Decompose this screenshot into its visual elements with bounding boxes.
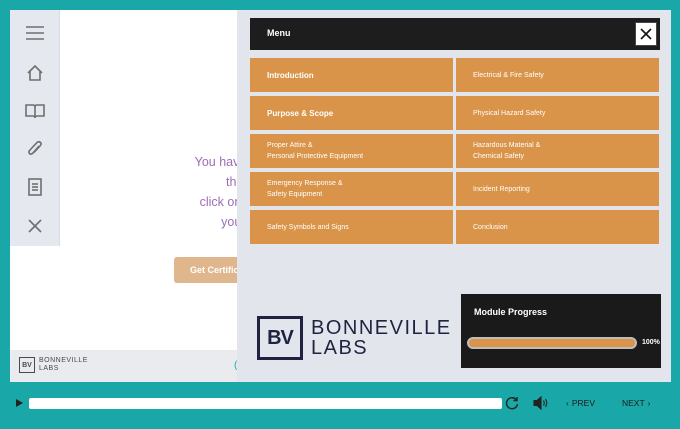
chevron-right-icon: ›	[647, 398, 651, 408]
home-icon[interactable]	[10, 54, 60, 92]
menu-item-label: Safety Symbols and Signs	[267, 223, 349, 231]
next-label: NEXT	[622, 398, 645, 408]
menu-item-hazardous-material[interactable]: Hazardous Material & Chemical Safety	[456, 134, 659, 168]
menu-item-proper-attire[interactable]: Proper Attire & Personal Protective Equi…	[250, 134, 453, 168]
course-stage: You have successfu the traini click on t…	[10, 10, 671, 382]
menu-item-introduction[interactable]: Introduction	[250, 58, 453, 92]
menu-item-label: Hazardous Material &	[473, 142, 541, 149]
menu-item-label: Electrical & Fire Safety	[473, 71, 544, 79]
next-button[interactable]: NEXT ›	[622, 398, 651, 408]
footer-logo-mark: BV	[19, 357, 35, 373]
menu-item-safety-symbols[interactable]: Safety Symbols and Signs	[250, 210, 453, 244]
seek-bar[interactable]	[29, 398, 502, 409]
module-progress-panel: Module Progress 100%	[461, 294, 661, 368]
menu-item-label: Conclusion	[473, 223, 508, 231]
paperclip-icon[interactable]	[10, 130, 60, 168]
prev-button[interactable]: ‹ PREV	[566, 398, 595, 408]
hamburger-icon[interactable]	[10, 14, 60, 52]
footer-logo-line1: BONNEVILLE	[39, 357, 88, 364]
menu-item-conclusion[interactable]: Conclusion	[456, 210, 659, 244]
menu-item-label: Chemical Safety	[473, 153, 524, 160]
prev-label: PREV	[571, 398, 595, 408]
menu-item-label: Proper Attire &	[267, 142, 313, 149]
menu-item-label: Physical Hazard Safety	[473, 109, 546, 117]
menu-item-label: Emergency Response &	[267, 180, 343, 187]
volume-icon[interactable]	[533, 396, 549, 410]
chevron-left-icon: ‹	[566, 398, 569, 408]
player-controls: ‹ PREV NEXT ›	[10, 389, 671, 419]
menu-close-button[interactable]	[635, 22, 657, 46]
menu-panel: Menu Introduction Purpose & Scope Proper…	[237, 10, 671, 382]
side-rail	[10, 10, 60, 246]
book-icon[interactable]	[10, 92, 60, 130]
menu-item-label: Safety Equipment	[267, 191, 323, 198]
module-progress-title: Module Progress	[474, 307, 548, 317]
course-footer: BV BONNEVILLE LABS	[10, 350, 250, 382]
document-icon[interactable]	[10, 168, 60, 206]
menu-item-label: Purpose & Scope	[267, 108, 334, 118]
replay-icon[interactable]	[504, 395, 520, 411]
menu-item-electrical-fire[interactable]: Electrical & Fire Safety	[456, 58, 659, 92]
menu-item-label: Introduction	[267, 70, 314, 80]
brand-logo-line2: LABS	[311, 337, 369, 359]
menu-item-incident-reporting[interactable]: Incident Reporting	[456, 172, 659, 206]
menu-header: Menu	[250, 18, 660, 50]
menu-item-purpose-scope[interactable]: Purpose & Scope	[250, 96, 453, 130]
footer-logo-line2: LABS	[39, 365, 59, 372]
menu-item-physical-hazard[interactable]: Physical Hazard Safety	[456, 96, 659, 130]
module-progress-bar	[467, 337, 637, 349]
brand-logo: BV BONNEVILLE LABS	[257, 316, 452, 360]
close-icon[interactable]	[10, 207, 60, 245]
footer-logo: BV BONNEVILLE LABS	[19, 357, 88, 373]
close-icon	[640, 28, 652, 40]
brand-logo-mark: BV	[257, 316, 303, 360]
module-progress-percent: 100%	[642, 339, 660, 346]
play-icon[interactable]	[16, 399, 23, 407]
brand-logo-line1: BONNEVILLE	[311, 317, 452, 339]
menu-item-label: Incident Reporting	[473, 185, 530, 193]
menu-item-emergency-response[interactable]: Emergency Response & Safety Equipment	[250, 172, 453, 206]
menu-title: Menu	[267, 28, 291, 38]
menu-item-label: Personal Protective Equipment	[267, 153, 364, 160]
